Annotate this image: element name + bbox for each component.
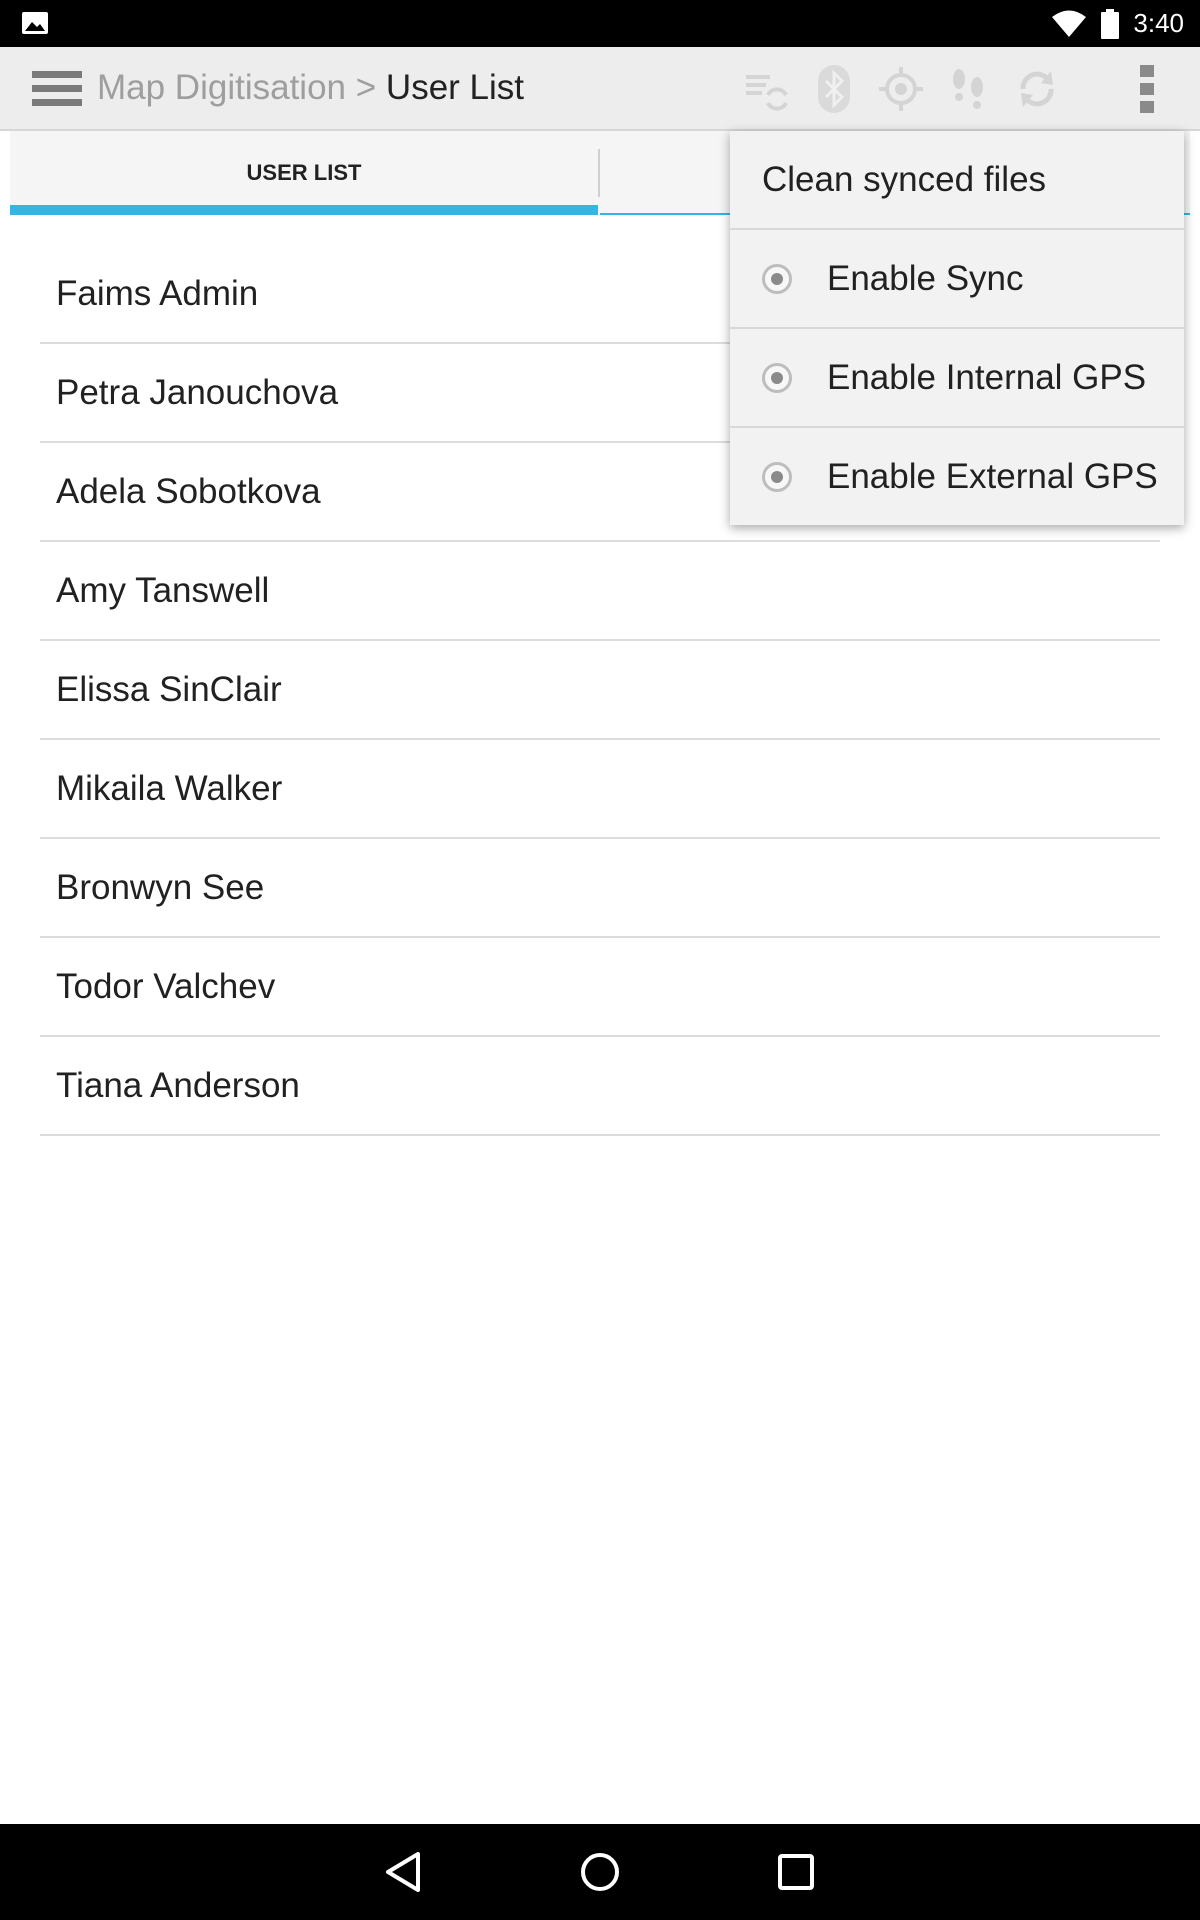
list-item[interactable]: Tiana Anderson	[40, 1037, 1160, 1136]
menu-drawer-icon[interactable]	[32, 69, 82, 109]
list-item[interactable]: Bronwyn See	[40, 839, 1160, 938]
wifi-icon	[1052, 10, 1087, 37]
tab-user-list[interactable]: USER LIST	[10, 131, 598, 215]
tab-selected-indicator	[10, 205, 598, 215]
status-bar: 3:40	[0, 0, 1200, 47]
overflow-menu-icon[interactable]	[1138, 63, 1156, 115]
menu-item-enable-internal-gps[interactable]: Enable Internal GPS	[730, 329, 1184, 428]
overflow-menu: Clean synced files Enable Sync Enable In…	[730, 131, 1184, 525]
bluetooth-icon[interactable]	[810, 65, 858, 113]
menu-item-label: Clean synced files	[762, 160, 1047, 199]
breadcrumb-parent[interactable]: Map Digitisation	[97, 68, 346, 107]
navigation-bar	[0, 1824, 1200, 1920]
sync-files-icon[interactable]	[742, 65, 790, 113]
radio-button[interactable]	[762, 363, 792, 393]
home-icon[interactable]	[576, 1848, 624, 1896]
breadcrumb-current: User List	[385, 68, 525, 107]
recents-icon[interactable]	[772, 1848, 820, 1896]
breadcrumb-separator: >	[355, 68, 377, 107]
menu-item-enable-external-gps[interactable]: Enable External GPS	[730, 428, 1184, 525]
battery-icon	[1101, 8, 1120, 39]
radio-button[interactable]	[762, 264, 792, 294]
menu-item-label: Enable Internal GPS	[827, 358, 1147, 397]
gps-target-icon[interactable]	[877, 65, 925, 113]
gallery-notification-icon	[22, 12, 48, 34]
page-title: Map Digitisation > User List	[97, 47, 524, 129]
action-bar: Map Digitisation > User List	[0, 47, 1200, 131]
back-icon[interactable]	[380, 1848, 428, 1896]
list-item[interactable]: Elissa SinClair	[40, 641, 1160, 740]
radio-button[interactable]	[762, 462, 792, 492]
list-item[interactable]: Todor Valchev	[40, 938, 1160, 1037]
menu-item-label: Enable External GPS	[827, 457, 1158, 496]
refresh-sync-icon[interactable]	[1013, 65, 1061, 113]
menu-item-label: Enable Sync	[827, 259, 1024, 298]
clock: 3:40	[1133, 8, 1184, 38]
list-item[interactable]: Mikaila Walker	[40, 740, 1160, 839]
tracking-footsteps-icon[interactable]	[945, 65, 993, 113]
menu-item-enable-sync[interactable]: Enable Sync	[730, 230, 1184, 329]
menu-item-clean-synced-files[interactable]: Clean synced files	[730, 131, 1184, 230]
list-item[interactable]: Amy Tanswell	[40, 542, 1160, 641]
